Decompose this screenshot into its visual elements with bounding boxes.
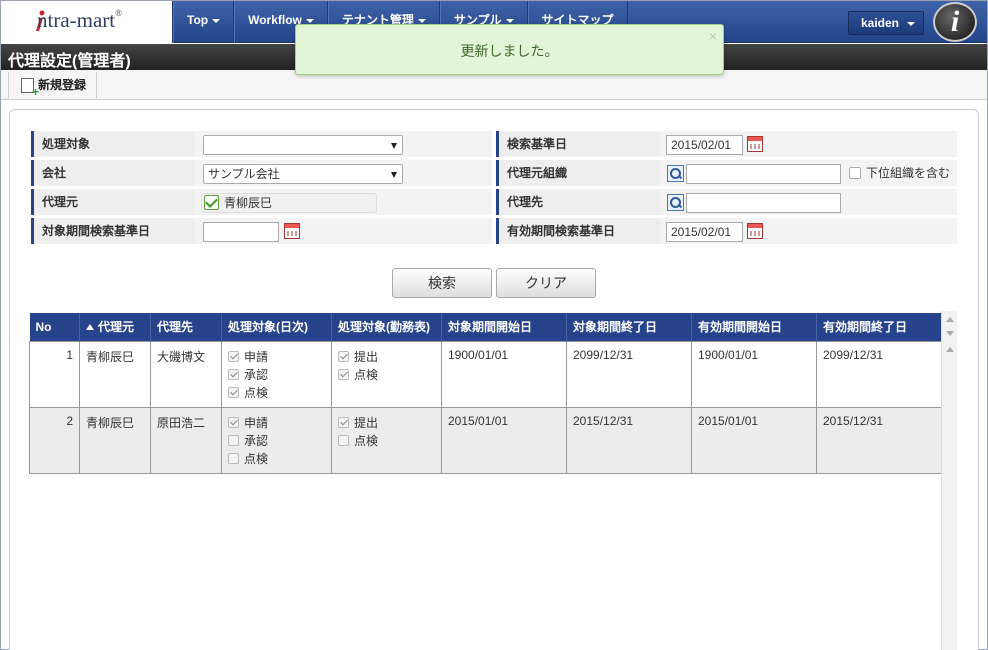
cell-delegate: 大磯博文 (150, 340, 222, 408)
cell-valid-start: 2015/01/01 (691, 406, 817, 474)
calendar-icon[interactable] (747, 223, 763, 239)
user-menu-button[interactable]: kaiden (848, 11, 924, 35)
delegator-name: 青柳辰巳 (224, 196, 273, 210)
chevron-down-icon (417, 18, 426, 23)
table-header-row: No 代理元 代理先 処理対象(日次) 処理対象(勤務表) 対象期間開始日 対象… (29, 313, 942, 341)
cell-target-timesheet: 提出 点検 (331, 340, 442, 408)
cell-delegate: 原田浩二 (150, 406, 222, 474)
checkbox-checked (228, 369, 239, 380)
success-toast: 更新しました。 × (295, 24, 724, 75)
col-target-timesheet[interactable]: 処理対象(勤務表) (331, 313, 442, 341)
valid-period-base-date-label: 有効期間検索基準日 (496, 218, 660, 244)
include-sub-org-label: 下位組織を含む (866, 166, 951, 180)
col-delegator[interactable]: 代理元 (79, 313, 151, 341)
calendar-icon[interactable] (747, 136, 763, 152)
col-no[interactable]: No (29, 313, 80, 341)
search-icon[interactable] (667, 194, 684, 211)
search-base-date-label: 検索基準日 (496, 131, 660, 157)
chevron-down-icon (305, 18, 314, 23)
col-delegate[interactable]: 代理先 (150, 313, 222, 341)
checkbox-unchecked (338, 435, 349, 446)
checkbox-checked (338, 369, 349, 380)
cell-target-daily: 申請 承認 点検 (221, 340, 332, 408)
include-sub-org-checkbox[interactable] (849, 167, 861, 179)
delegator-checkbox[interactable] (204, 195, 219, 210)
nav-top[interactable]: Top (173, 1, 235, 43)
target-period-base-date-input[interactable] (203, 222, 279, 242)
scroll-up-icon[interactable] (946, 317, 954, 322)
checkbox-checked (228, 387, 239, 398)
checkbox-unchecked (228, 453, 239, 464)
toast-message: 更新しました。 (460, 43, 559, 59)
delegate-input[interactable] (686, 193, 841, 213)
cell-target-end: 2099/12/31 (566, 340, 692, 408)
col-target-start[interactable]: 対象期間開始日 (441, 313, 567, 341)
processing-target-select[interactable] (203, 135, 403, 155)
company-select[interactable]: サンプル会社 (203, 164, 403, 184)
scroll-up-icon[interactable] (946, 347, 954, 352)
source-org-label: 代理元組織 (496, 160, 660, 186)
cell-delegator: 青柳辰巳 (79, 340, 151, 408)
cell-valid-end: 2099/12/31 (816, 340, 942, 408)
table-row[interactable]: 1 青柳辰巳 大磯博文 申請 承認 点検 提出 点検 1900/01/01 20… (29, 340, 942, 408)
col-valid-end[interactable]: 有効期間終了日 (816, 313, 942, 341)
table-row[interactable]: 2 青柳辰巳 原田浩二 申請 承認 点検 提出 点検 2015/01/01 20… (29, 406, 942, 474)
delegate-label: 代理先 (496, 189, 660, 215)
target-period-base-date-label: 対象期間検索基準日 (31, 218, 195, 244)
cell-delegator: 青柳辰巳 (79, 406, 151, 474)
dropdown-arrow-icon (391, 172, 397, 178)
checkbox-checked (338, 417, 349, 428)
close-icon[interactable]: × (709, 28, 717, 44)
valid-period-base-date-input[interactable]: 2015/02/01 (666, 222, 743, 242)
new-document-icon (21, 77, 39, 97)
page-title: 代理設定(管理者) (8, 53, 131, 70)
cell-valid-start: 1900/01/01 (691, 340, 817, 408)
cell-target-start: 2015/01/01 (441, 406, 567, 474)
calendar-icon[interactable] (284, 223, 300, 239)
checkbox-checked (338, 351, 349, 362)
sort-asc-icon (86, 324, 94, 331)
chevron-down-icon (907, 21, 916, 26)
cell-no: 1 (29, 340, 80, 408)
company-label: 会社 (31, 160, 195, 186)
cell-target-end: 2015/12/31 (566, 406, 692, 474)
cell-target-start: 1900/01/01 (441, 340, 567, 408)
chevron-down-icon (212, 18, 221, 23)
search-base-date-input[interactable]: 2015/02/01 (666, 135, 743, 155)
cell-valid-end: 2015/12/31 (816, 406, 942, 474)
cell-target-timesheet: 提出 点検 (331, 406, 442, 474)
checkbox-unchecked (228, 435, 239, 446)
chevron-down-icon (505, 18, 514, 23)
checkbox-checked (228, 417, 239, 428)
search-icon[interactable] (667, 165, 684, 182)
cell-target-daily: 申請 承認 点検 (221, 406, 332, 474)
logo-registered-mark: ® (115, 8, 122, 18)
logo-text: ntra-mart (37, 8, 116, 32)
source-org-input[interactable] (686, 164, 841, 184)
col-target-end[interactable]: 対象期間終了日 (566, 313, 692, 341)
table-vertical-scrollbar[interactable] (941, 311, 957, 650)
col-valid-start[interactable]: 有効期間開始日 (691, 313, 817, 341)
processing-target-label: 処理対象 (31, 131, 195, 157)
clear-button[interactable]: クリア (496, 268, 596, 298)
checkbox-checked (228, 351, 239, 362)
delegator-label: 代理元 (31, 189, 195, 215)
col-target-daily[interactable]: 処理対象(日次) (221, 313, 332, 341)
scroll-down-icon[interactable] (946, 331, 954, 336)
dropdown-arrow-icon (391, 143, 397, 149)
search-button[interactable]: 検索 (392, 268, 492, 298)
cell-no: 2 (29, 406, 80, 474)
intra-mart-logo[interactable]: ntra-mart® (1, 1, 173, 43)
brand-icon[interactable]: i (933, 2, 977, 42)
new-register-button[interactable]: 新規登録 (8, 72, 98, 98)
delegation-table: No 代理元 代理先 処理対象(日次) 処理対象(勤務表) 対象期間開始日 対象… (29, 313, 942, 474)
